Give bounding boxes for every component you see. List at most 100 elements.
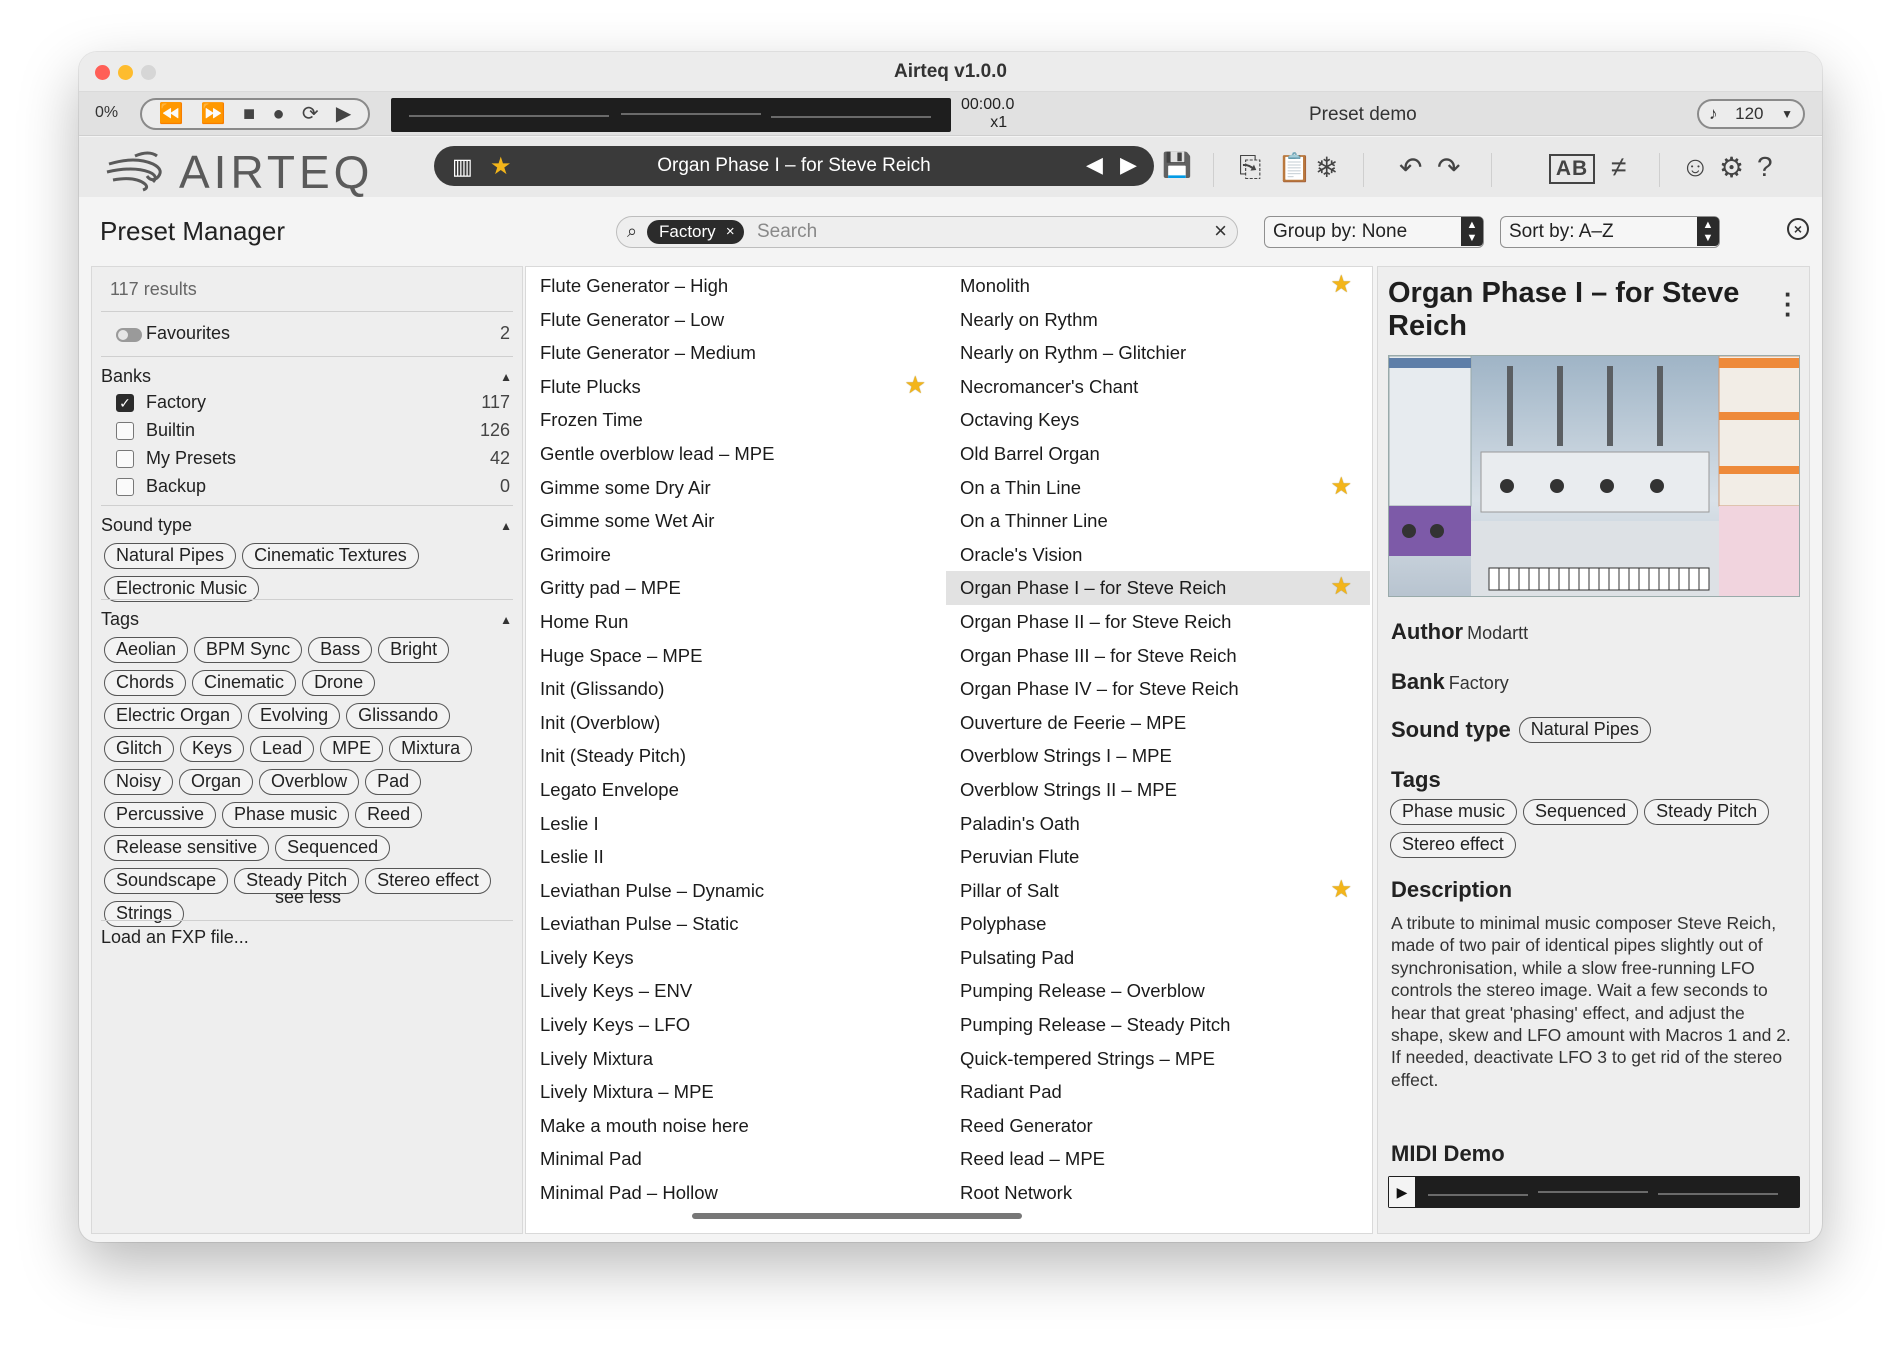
undo-icon[interactable]: ↶ (1399, 151, 1422, 184)
preset-item[interactable]: Overblow Strings II – MPE (946, 773, 1370, 807)
preset-selector-bar[interactable]: ▥ ★ Organ Phase I – for Steve Reich ◀ ▶ (434, 146, 1154, 186)
tag-chip[interactable]: Cinematic (192, 670, 297, 696)
preset-item[interactable]: Init (Glissando) (526, 672, 944, 706)
tag-chip[interactable]: Pad (365, 769, 422, 795)
playback-timeline[interactable] (391, 98, 951, 132)
metronome-icon[interactable]: ♪ (1709, 104, 1718, 124)
loop-icon[interactable]: ⟳ (302, 104, 319, 124)
preset-item[interactable]: Gentle overblow lead – MPE (526, 437, 944, 471)
tag-chip[interactable]: Percussive (104, 802, 217, 828)
previous-preset-icon[interactable]: ◀ (1086, 152, 1103, 178)
preset-item[interactable]: Ouverture de Feerie – MPE (946, 706, 1370, 740)
tag-chip[interactable]: Evolving (248, 703, 341, 729)
preset-item[interactable]: Lively Keys – LFO (526, 1008, 944, 1042)
load-fxp-link[interactable]: Load an FXP file... (101, 927, 249, 948)
tag-chip[interactable]: Sequenced (275, 835, 391, 861)
ab-compare-button[interactable]: AB (1549, 154, 1595, 184)
fast-forward-icon[interactable]: ⏩ (201, 104, 226, 124)
tag-chip[interactable]: Chords (104, 670, 187, 696)
favourite-star-icon[interactable]: ★ (1330, 571, 1352, 603)
preset-item[interactable]: Pulsating Pad (946, 941, 1370, 975)
preset-item[interactable]: Legato Envelope (526, 773, 944, 807)
midi-demo-player[interactable]: ▶ (1388, 1176, 1800, 1208)
preset-item[interactable]: Overblow Strings I – MPE (946, 739, 1370, 773)
checkbox[interactable] (116, 478, 134, 496)
tag-chip[interactable]: Organ (179, 769, 254, 795)
preset-item[interactable]: Monolith ★ (946, 269, 1370, 303)
tag-chip[interactable]: Lead (250, 736, 315, 762)
preset-item[interactable]: Gritty pad – MPE (526, 571, 944, 605)
preset-item[interactable]: Pumping Release – Steady Pitch (946, 1008, 1370, 1042)
bank-row[interactable]: Backup 0 (110, 473, 510, 501)
preset-item[interactable]: Flute Generator – Low (526, 303, 944, 337)
preset-item[interactable]: On a Thin Line ★ (946, 471, 1370, 505)
preset-item[interactable]: Organ Phase IV – for Steve Reich (946, 672, 1370, 706)
preset-item[interactable]: Organ Phase II – for Steve Reich (946, 605, 1370, 639)
preset-item[interactable]: Organ Phase III – for Steve Reich (946, 639, 1370, 673)
preset-item[interactable]: Old Barrel Organ (946, 437, 1370, 471)
preset-item[interactable]: Nearly on Rythm (946, 303, 1370, 337)
tag-chip[interactable]: Glitch (104, 736, 175, 762)
preset-item[interactable]: Grimoire (526, 538, 944, 572)
preset-item[interactable]: Init (Overblow) (526, 706, 944, 740)
tag-chip[interactable]: Reed (355, 802, 423, 828)
see-less-link[interactable]: see less (92, 887, 524, 908)
preset-item[interactable]: Lively Mixtura – MPE (526, 1075, 944, 1109)
preset-item[interactable]: Polyphase (946, 907, 1370, 941)
search-input[interactable] (757, 220, 1177, 244)
tag-chip[interactable]: Electric Organ (104, 703, 243, 729)
sound-type-chip[interactable]: Natural Pipes (104, 543, 237, 569)
preset-item[interactable]: Radiant Pad (946, 1075, 1370, 1109)
checkbox-checked[interactable]: ✓ (116, 394, 134, 412)
tag-chip[interactable]: MPE (320, 736, 384, 762)
preset-item[interactable]: Leslie I (526, 807, 944, 841)
preset-item[interactable]: Lively Keys (526, 941, 944, 975)
favourites-toggle[interactable]: Favourites 2 (110, 320, 510, 348)
sound-type-tag[interactable]: Natural Pipes (1518, 717, 1651, 743)
sort-by-select[interactable]: Sort by: A–Z ▲ ▼ (1500, 216, 1720, 248)
close-preset-manager-icon[interactable]: × (1787, 218, 1809, 240)
freeze-icon[interactable]: ❄ (1315, 151, 1338, 184)
favourite-star-icon[interactable]: ★ (1330, 874, 1352, 906)
preset-item[interactable]: Make a mouth noise here (526, 1109, 944, 1143)
preset-item[interactable]: Flute Generator – High (526, 269, 944, 303)
redo-icon[interactable]: ↷ (1437, 151, 1460, 184)
help-icon[interactable]: ? (1757, 151, 1773, 183)
paste-icon[interactable]: 📋 (1277, 151, 1312, 184)
preset-item[interactable]: On a Thinner Line (946, 504, 1370, 538)
preset-item[interactable]: Reed lead – MPE (946, 1142, 1370, 1176)
preset-item[interactable]: Flute Generator – Medium (526, 336, 944, 370)
detail-tag-chip[interactable]: Stereo effect (1390, 832, 1516, 858)
preset-item[interactable]: Minimal Pad (526, 1142, 944, 1176)
detail-tag-chip[interactable]: Sequenced (1523, 799, 1639, 825)
preset-item[interactable]: Pillar of Salt ★ (946, 874, 1370, 908)
bank-row[interactable]: ✓ Factory 117 (110, 389, 510, 417)
tag-chip[interactable]: BPM Sync (194, 637, 303, 663)
tag-chip[interactable]: Release sensitive (104, 835, 270, 861)
preset-item[interactable]: Huge Space – MPE (526, 639, 944, 673)
preset-item[interactable]: Leviathan Pulse – Dynamic (526, 874, 944, 908)
preset-item[interactable]: Gimme some Wet Air (526, 504, 944, 538)
save-icon[interactable]: 💾 (1162, 151, 1192, 180)
sound-type-chip[interactable]: Cinematic Textures (242, 543, 419, 569)
rewind-icon[interactable]: ⏪ (159, 104, 184, 124)
clear-search-icon[interactable]: × (1214, 218, 1227, 244)
checkbox[interactable] (116, 422, 134, 440)
preset-item[interactable]: Gimme some Dry Air (526, 471, 944, 505)
tag-chip[interactable]: Mixtura (389, 736, 473, 762)
record-icon[interactable]: ● (272, 104, 284, 124)
tag-chip[interactable]: Noisy (104, 769, 174, 795)
favourite-star-icon[interactable]: ★ (1330, 471, 1352, 503)
tag-chip[interactable]: Aeolian (104, 637, 189, 663)
preset-item[interactable]: Lively Mixtura (526, 1042, 944, 1076)
preset-item[interactable]: Leviathan Pulse – Static (526, 907, 944, 941)
preset-item[interactable]: Quick-tempered Strings – MPE (946, 1042, 1370, 1076)
preset-item[interactable]: Paladin's Oath (946, 807, 1370, 841)
tempo-control[interactable]: ♪ 120 ▼ (1697, 99, 1805, 129)
collapse-caret-icon[interactable]: ▲ (500, 370, 512, 384)
checkbox[interactable] (116, 450, 134, 468)
tag-chip[interactable]: Bass (308, 637, 373, 663)
preset-item[interactable]: Frozen Time (526, 403, 944, 437)
tag-chip[interactable]: Glissando (346, 703, 451, 729)
detail-tag-chip[interactable]: Phase music (1390, 799, 1518, 825)
